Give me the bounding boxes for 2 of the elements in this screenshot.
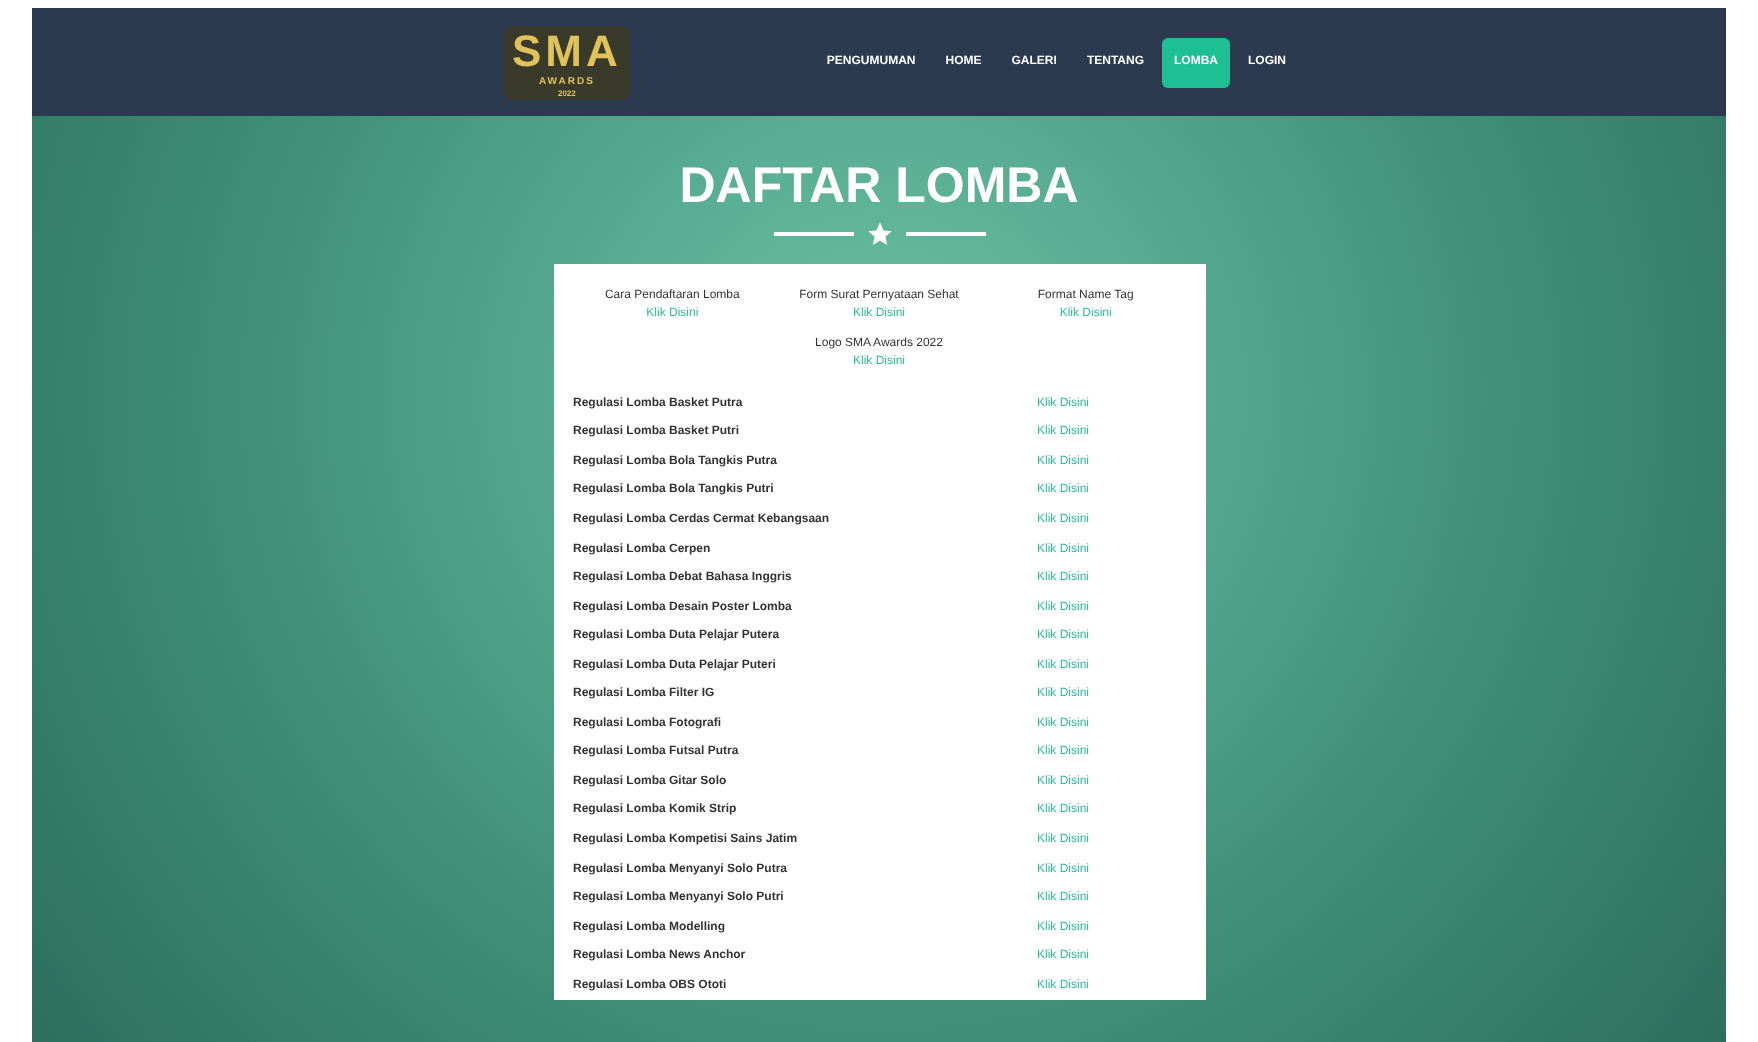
page-title: DAFTAR LOMBA (679, 156, 1079, 216)
star-icon (865, 220, 893, 248)
